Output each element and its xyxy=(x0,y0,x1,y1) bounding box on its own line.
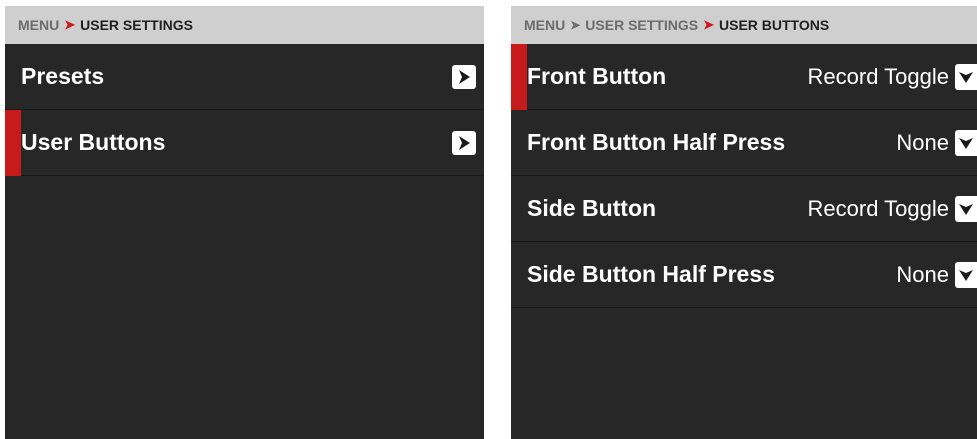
menu-item-presets[interactable]: Presets xyxy=(5,44,484,110)
selection-indicator xyxy=(5,110,21,176)
breadcrumb: MENU ➤ USER SETTINGS ➤ USER BUTTONS xyxy=(511,6,977,44)
user-buttons-panel: MENU ➤ USER SETTINGS ➤ USER BUTTONS Fron… xyxy=(511,6,977,439)
setting-front-button[interactable]: Front Button Record Toggle xyxy=(511,44,977,110)
setting-value[interactable]: None xyxy=(896,262,949,288)
setting-label: Side Button xyxy=(527,195,657,221)
setting-side-button[interactable]: Side Button Record Toggle xyxy=(511,176,977,242)
menu-item-label: User Buttons xyxy=(21,129,166,155)
user-settings-panel: MENU ➤ USER SETTINGS Presets User Button… xyxy=(5,6,484,439)
selection-indicator xyxy=(511,44,527,110)
setting-label: Front Button Half Press xyxy=(527,129,786,155)
breadcrumb-current: USER SETTINGS xyxy=(80,17,193,33)
setting-label: Front Button xyxy=(527,63,667,89)
chevron-right-icon[interactable] xyxy=(452,64,476,89)
setting-value[interactable]: Record Toggle xyxy=(808,64,949,90)
breadcrumb-root[interactable]: MENU xyxy=(18,17,59,33)
chevron-down-icon[interactable] xyxy=(955,63,977,90)
breadcrumb-current: USER BUTTONS xyxy=(719,17,830,33)
setting-front-button-half-press[interactable]: Front Button Half Press None xyxy=(511,110,977,176)
breadcrumb-middle[interactable]: USER SETTINGS xyxy=(585,17,698,33)
setting-label: Side Button Half Press xyxy=(527,261,775,287)
breadcrumb-separator-icon: ➤ xyxy=(703,17,714,32)
chevron-down-icon[interactable] xyxy=(955,261,977,288)
breadcrumb-root[interactable]: MENU xyxy=(524,17,565,33)
setting-value[interactable]: Record Toggle xyxy=(808,196,949,222)
chevron-right-icon[interactable] xyxy=(452,130,476,155)
chevron-down-icon[interactable] xyxy=(955,129,977,156)
breadcrumb: MENU ➤ USER SETTINGS xyxy=(5,6,484,44)
setting-value[interactable]: None xyxy=(896,130,949,156)
setting-side-button-half-press[interactable]: Side Button Half Press None xyxy=(511,242,977,308)
breadcrumb-separator-icon: ➤ xyxy=(570,18,581,32)
chevron-down-icon[interactable] xyxy=(955,195,977,222)
menu-item-user-buttons[interactable]: User Buttons xyxy=(5,110,484,176)
menu-item-label: Presets xyxy=(21,63,105,89)
breadcrumb-separator-icon: ➤ xyxy=(64,17,76,32)
